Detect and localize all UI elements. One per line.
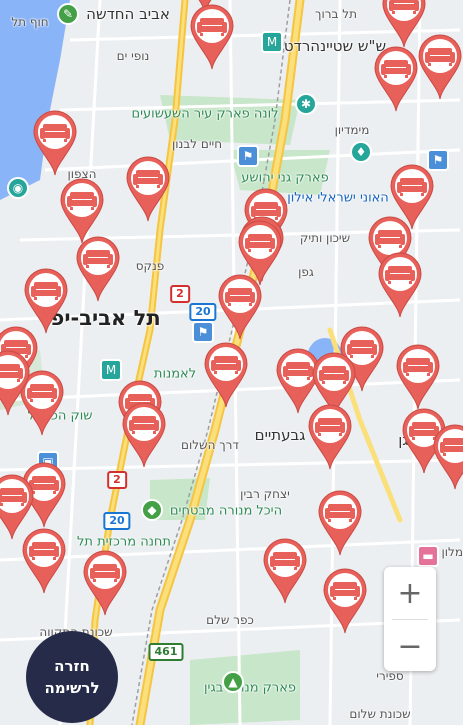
listing-pin[interactable] (82, 550, 128, 616)
route-shield: 2 (107, 471, 127, 489)
map-label-menorah: היכל מנורה מבטחים (169, 503, 283, 519)
hotel-icon[interactable]: ▬ (417, 545, 439, 567)
map-label-luna-park: לונה פארק עיר השעשועים (131, 106, 279, 122)
map-label-nofei-yam: נופי ים (116, 49, 150, 63)
back-to-list-line1: חזרה (54, 657, 90, 675)
map-label-shikun: שיכון ותיק (299, 231, 351, 245)
amusement-park-icon[interactable]: ✱ (295, 93, 317, 115)
listing-pin[interactable] (322, 568, 368, 634)
listing-pin[interactable] (417, 34, 463, 100)
listing-pin[interactable] (23, 268, 69, 334)
listing-pin[interactable] (373, 46, 419, 112)
map-label-yitzhak-rabin: יצחק רבין (240, 487, 290, 501)
listing-pin[interactable] (75, 236, 121, 302)
museum-icon[interactable]: M (261, 31, 283, 53)
map-label-haim-levanon: חיים לבנון (171, 137, 223, 151)
listing-pin[interactable] (0, 350, 31, 416)
route-shield: 20 (189, 303, 217, 321)
map-label-givatayim: גבעתיים (254, 426, 306, 444)
map-label-menachem-begin: פארק מנחם בגין (203, 680, 297, 696)
listing-pin[interactable] (121, 402, 167, 468)
map-label-pinkas: פנקס (135, 259, 165, 273)
listing-pin[interactable] (125, 156, 171, 222)
map-label-shtein: ש"ש שטיינהרדט (283, 37, 387, 55)
route-shield: 2 (170, 285, 190, 303)
beach-icon[interactable]: ✎ (57, 3, 79, 25)
map-label-ganei-yehoshua: פארק גני יהושע (241, 170, 329, 186)
zoom-in-button[interactable]: + (384, 567, 436, 619)
listing-pin[interactable] (59, 178, 105, 244)
map-label-hashalom: דרך השלום (181, 438, 239, 452)
zoom-controls: + − (384, 567, 436, 671)
park-tree-icon[interactable]: ▲ (222, 671, 244, 693)
map-label-hahadasha: אביב החדשה (86, 5, 170, 23)
map-label-mimadyon: מימדיון (334, 123, 370, 137)
camera-icon[interactable]: ◉ (7, 177, 29, 199)
back-to-list-line2: לרשימה (44, 679, 100, 697)
listing-pin[interactable] (262, 538, 308, 604)
listing-pin[interactable] (432, 424, 463, 490)
map-label-beach: חוף תל (11, 15, 49, 29)
map-view[interactable]: חוף תל אביב החדשה נופי ים תל ברוך ש"ש שט… (0, 0, 463, 725)
route-shield: 20 (103, 512, 131, 530)
map-label-neve-shalom: שכונת שלום (349, 707, 411, 721)
route-shield: 461 (148, 643, 184, 661)
map-label-israeli: האוני ישראלי אילון (287, 190, 389, 206)
listing-pin[interactable] (307, 404, 353, 470)
train-station-icon[interactable]: ⚑ (237, 145, 259, 167)
map-label-kfar-shalem: כפר שלם (206, 613, 254, 627)
listing-pin[interactable] (189, 4, 235, 70)
listing-pin[interactable] (32, 110, 78, 176)
listing-pin[interactable] (395, 344, 441, 410)
museum-icon[interactable]: M (100, 359, 122, 381)
map-label-central-station: תחנה מרכזית תל (77, 534, 171, 550)
listing-pin[interactable] (317, 490, 363, 556)
back-to-list-button[interactable]: חזרה לרשימה (26, 631, 118, 723)
zoom-out-button[interactable]: − (384, 620, 436, 672)
stadium-icon[interactable]: ◆ (141, 499, 163, 521)
listing-pin[interactable] (377, 252, 423, 318)
train-station-icon[interactable]: ⚑ (192, 321, 214, 343)
attraction-icon[interactable]: ♦ (350, 141, 372, 163)
map-label-tel-baruch: תל ברוך (315, 7, 357, 21)
listing-pin[interactable] (203, 342, 249, 408)
map-label-gefen: גפן (298, 265, 314, 279)
listing-pin[interactable] (21, 528, 67, 594)
listing-pin[interactable] (217, 274, 263, 340)
